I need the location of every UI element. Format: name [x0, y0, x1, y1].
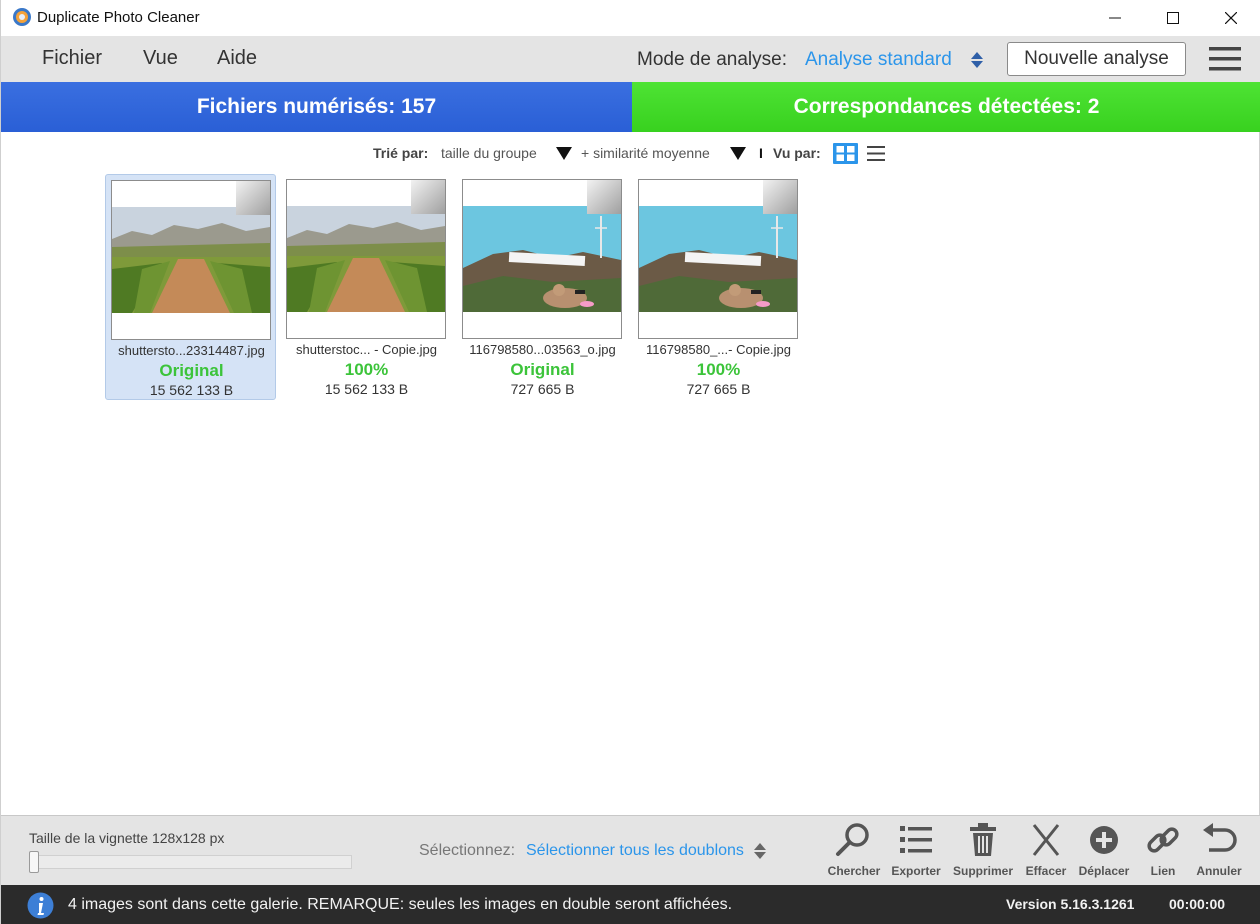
- sort-primary-dropdown-icon[interactable]: [556, 147, 572, 160]
- close-icon: [1225, 12, 1237, 24]
- slider-handle[interactable]: [29, 851, 39, 873]
- trash-icon: [970, 823, 996, 856]
- select-label: Sélectionnez:: [419, 842, 516, 859]
- clear-label: Effacer: [1025, 864, 1067, 878]
- hamburger-menu-icon[interactable]: [1209, 46, 1241, 72]
- gallery-item[interactable]: shutterstoc... - Copie.jpg 100% 15 562 1…: [281, 174, 452, 400]
- thumbnail-hollywood[interactable]: [638, 179, 798, 339]
- scan-mode-label: Mode de analyse:: [637, 49, 787, 70]
- match-status: 100%: [344, 360, 389, 379]
- link-label: Lien: [1150, 864, 1176, 878]
- file-size: 727 665 B: [686, 381, 751, 397]
- search-button[interactable]: Chercher: [827, 822, 881, 882]
- vineyard-image: [112, 207, 270, 313]
- list-view-icon[interactable]: [867, 145, 885, 162]
- gallery-item[interactable]: shuttersto...23314487.jpg Original 15 56…: [105, 174, 276, 400]
- select-checkbox[interactable]: [587, 180, 621, 214]
- export-label: Exporter: [891, 864, 941, 878]
- gallery-item[interactable]: 116798580...03563_o.jpg Original 727 665…: [457, 174, 628, 400]
- thumbnail-hollywood[interactable]: [462, 179, 622, 339]
- files-scanned-banner: Fichiers numérisés: 157: [1, 82, 632, 132]
- delete-label: Supprimer: [952, 864, 1013, 878]
- hollywood-image: [639, 206, 797, 312]
- minimize-icon: [1109, 17, 1121, 19]
- new-scan-button[interactable]: Nouvelle analyse: [1007, 42, 1186, 76]
- plus-circle-icon: [1090, 826, 1118, 854]
- title-bar: Duplicate Photo Cleaner: [1, 0, 1260, 36]
- updown-arrows-icon[interactable]: [969, 50, 985, 70]
- file-size: 15 562 133 B: [324, 381, 409, 397]
- delete-button[interactable]: Supprimer: [951, 822, 1015, 882]
- thumbnail-size-label: Taille de la vignette 128x128 px: [29, 830, 225, 846]
- grid-view-icon[interactable]: [833, 143, 858, 164]
- close-button[interactable]: [1202, 0, 1260, 36]
- undo-icon: [1203, 823, 1237, 852]
- sort-bar: Trié par: taille du groupe + similarité …: [1, 143, 1260, 165]
- match-status: 100%: [696, 360, 741, 379]
- sort-secondary-dropdown-icon[interactable]: [730, 147, 746, 160]
- undo-button[interactable]: Annuler: [1193, 822, 1245, 882]
- link-button[interactable]: Lien: [1143, 822, 1183, 882]
- app-window: Duplicate Photo Cleaner Fichier Vue Aide…: [0, 0, 1260, 924]
- undo-label: Annuler: [1196, 864, 1242, 878]
- status-message: 4 images sont dans cette galerie. REMARQ…: [68, 896, 733, 913]
- export-button[interactable]: Exporter: [890, 822, 942, 882]
- menu-bar: Fichier Vue Aide Mode de analyse: Analys…: [1, 36, 1260, 82]
- file-name: shuttersto...23314487.jpg: [118, 343, 265, 358]
- status-bar: 4 images sont dans cette galerie. REMARQ…: [1, 885, 1260, 924]
- search-label: Chercher: [827, 864, 881, 878]
- menu-vue[interactable]: Vue: [143, 47, 178, 70]
- window-title: Duplicate Photo Cleaner: [37, 9, 200, 26]
- sort-separator: I: [759, 145, 763, 161]
- match-status: Original: [510, 360, 575, 379]
- select-duplicates-dropdown[interactable]: Sélectionner tous les doublons: [526, 842, 744, 860]
- move-label: Déplacer: [1078, 864, 1130, 878]
- info-icon: [27, 892, 54, 919]
- x-icon: [1032, 824, 1060, 856]
- search-icon: [836, 823, 869, 856]
- maximize-button[interactable]: [1144, 0, 1202, 36]
- bottom-toolbar: Taille de la vignette 128x128 px Sélecti…: [1, 815, 1260, 885]
- sort-primary-select[interactable]: taille du groupe: [441, 145, 537, 161]
- updown-arrows-icon[interactable]: [753, 842, 767, 860]
- link-icon: [1147, 827, 1179, 853]
- thumbnail-vineyard[interactable]: [286, 179, 446, 339]
- menu-aide[interactable]: Aide: [217, 47, 257, 70]
- app-logo-icon: [13, 8, 31, 26]
- vineyard-image: [287, 206, 445, 312]
- select-checkbox[interactable]: [411, 180, 445, 214]
- sort-label: Trié par:: [373, 145, 429, 161]
- minimize-button[interactable]: [1086, 0, 1144, 36]
- matches-found-banner: Correspondances détectées: 2: [632, 82, 1260, 132]
- gallery-item[interactable]: 116798580_...- Copie.jpg 100% 727 665 B: [633, 174, 804, 400]
- move-button[interactable]: Déplacer: [1076, 822, 1132, 882]
- file-size: 15 562 133 B: [149, 382, 234, 398]
- hollywood-image: [463, 206, 621, 312]
- file-size: 727 665 B: [510, 381, 575, 397]
- elapsed-timer: 00:00:00: [1169, 896, 1226, 912]
- select-checkbox[interactable]: [236, 181, 270, 215]
- sort-secondary-select[interactable]: + similarité moyenne: [581, 145, 710, 161]
- file-name: 116798580_...- Copie.jpg: [645, 342, 792, 357]
- select-checkbox[interactable]: [763, 180, 797, 214]
- maximize-icon: [1167, 12, 1179, 24]
- version-label: Version 5.16.3.1261: [1006, 896, 1135, 912]
- list-icon: [900, 826, 932, 853]
- menu-fichier[interactable]: Fichier: [42, 47, 102, 70]
- file-name: 116798580...03563_o.jpg: [469, 342, 616, 357]
- clear-button[interactable]: Effacer: [1023, 822, 1069, 882]
- match-status: Original: [159, 361, 224, 380]
- view-label: Vu par:: [773, 145, 821, 161]
- file-name: shutterstoc... - Copie.jpg: [296, 342, 437, 357]
- thumbnail-size-slider[interactable]: [29, 855, 352, 869]
- thumbnail-vineyard[interactable]: [111, 180, 271, 340]
- scan-mode-select[interactable]: Analyse standard: [805, 49, 952, 71]
